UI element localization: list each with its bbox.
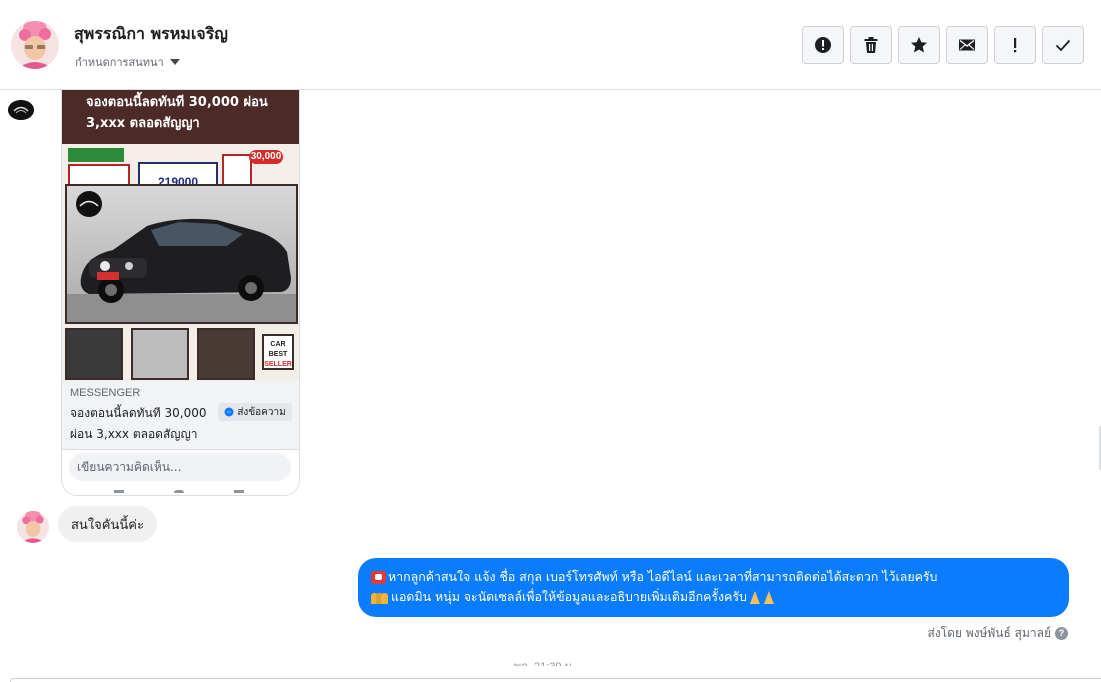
exclamation-icon <box>1014 38 1017 53</box>
ad-attachment-card[interactable]: จองตอนนี้ลดทันที 30,000 ผ่อน 3,xxx ตลอดส… <box>61 90 300 496</box>
page-avatar[interactable] <box>8 100 34 120</box>
delete-button[interactable] <box>850 26 892 64</box>
send-message-label: ส่งข้อความ <box>237 406 286 418</box>
telephone-emoji-icon <box>371 570 386 584</box>
ad-image-seller-badge: CAR BEST SELLER <box>262 334 294 370</box>
contact-name: สุพรรณิกา พรหมเจริญ <box>74 24 228 43</box>
comment-area <box>62 449 299 495</box>
contact-avatar-small[interactable] <box>17 511 49 543</box>
incoming-message[interactable]: สนใจคันนี้ค่ะ <box>58 506 157 542</box>
star-icon <box>911 37 927 53</box>
pray-emoji-icon <box>749 590 761 604</box>
mark-unread-button[interactable] <box>946 26 988 64</box>
pray-emoji-icon <box>763 590 775 604</box>
outgoing-message-line-2: แอดมิน หนุ่ม จะนัดเซลล์เพื่อให้ข้อมูลและ… <box>371 587 1059 607</box>
comment-input[interactable] <box>69 453 291 481</box>
like-icon[interactable] <box>114 490 124 493</box>
ad-image-thumbnails: CAR BEST SELLER <box>65 328 298 380</box>
assign-label: กำหนดการสนทนา <box>75 56 164 69</box>
help-icon[interactable]: ? <box>1055 627 1068 640</box>
star-button[interactable] <box>898 26 940 64</box>
alert-circle-icon <box>815 37 831 53</box>
sent-by-label: ส่งโดย พงษ์พันธ์ สุมาลย์ ? <box>927 624 1068 643</box>
comment-action-icons <box>114 490 264 495</box>
contact-avatar[interactable] <box>11 21 59 69</box>
assign-conversation-dropdown[interactable]: กำหนดการสนทนา <box>75 53 180 71</box>
spam-button[interactable] <box>802 26 844 64</box>
messenger-icon <box>224 407 234 417</box>
conversation-toolbar <box>802 26 1084 64</box>
conversation-header: สุพรรณิกา พรหมเจริญ กำหนดการสนทนา <box>0 0 1101 90</box>
comment-icon[interactable] <box>174 490 184 493</box>
outgoing-message-line-1: หากลูกค้าสนใจ แจ้ง ชื่อ สกุล เบอร์โทรศัพ… <box>371 567 1059 587</box>
ad-image[interactable]: จองตอนนี้ลดทันที 30,000 ผ่อน 3,xxx ตลอดส… <box>62 90 299 381</box>
check-icon <box>1055 39 1071 52</box>
ad-source: MESSENGER <box>70 387 141 399</box>
trash-icon <box>864 37 878 53</box>
follow-up-button[interactable] <box>994 26 1036 64</box>
people-emoji-icon <box>371 590 389 604</box>
caret-down-icon <box>169 59 180 65</box>
envelope-icon <box>959 39 975 51</box>
ad-image-car-photo <box>65 184 298 324</box>
share-icon[interactable] <box>234 490 244 493</box>
ad-image-green-label <box>68 148 124 162</box>
ad-image-headline: จองตอนนี้ลดทันที 30,000 ผ่อน 3,xxx ตลอดส… <box>86 95 268 131</box>
outgoing-message[interactable]: หากลูกค้าสนใจ แจ้ง ชื่อ สกุล เบอร์โทรศัพ… <box>358 558 1069 617</box>
message-composer[interactable] <box>10 678 1101 682</box>
ad-footer: MESSENGER จองตอนนี้ลดทันที 30,000 ผ่อน 3… <box>62 381 299 449</box>
ad-image-discount-badge: 30,000 <box>249 150 283 164</box>
message-timestamp: พฤ. 21:39 น. <box>514 657 575 666</box>
ad-title: จองตอนนี้ลดทันที 30,000 ผ่อน 3,xxx ตลอดส… <box>70 406 207 441</box>
send-message-button[interactable]: ส่งข้อความ <box>218 403 292 421</box>
mark-done-button[interactable] <box>1042 26 1084 64</box>
